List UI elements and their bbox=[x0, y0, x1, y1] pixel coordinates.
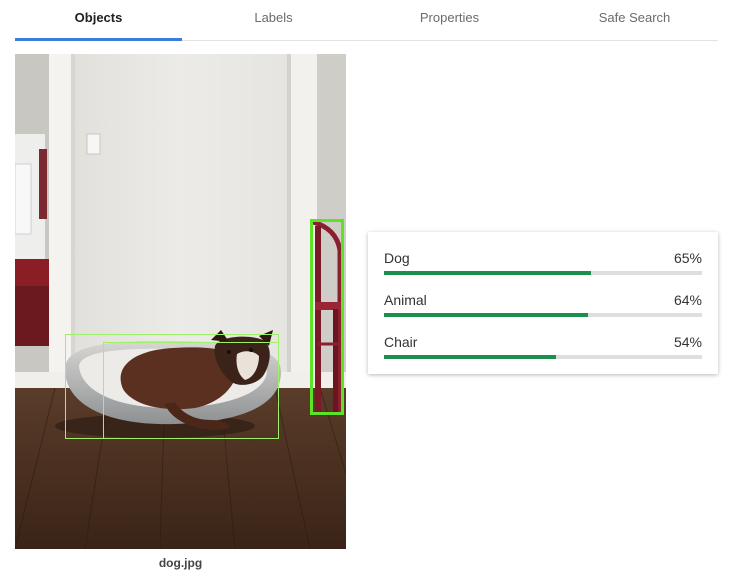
score-bar-track bbox=[384, 313, 702, 317]
analyzed-image bbox=[15, 54, 346, 549]
score-bar-track bbox=[384, 355, 702, 359]
tab-properties[interactable]: Properties bbox=[366, 0, 533, 40]
tab-safe-search[interactable]: Safe Search bbox=[551, 0, 718, 40]
tab-bar: Objects Labels Properties Safe Search bbox=[15, 0, 718, 41]
objects-results-panel: Dog 65% Animal 64% Chair 54% bbox=[368, 232, 718, 374]
result-name: Dog bbox=[384, 250, 410, 266]
result-name: Animal bbox=[384, 292, 427, 308]
result-score: 54% bbox=[673, 334, 702, 350]
result-score: 65% bbox=[673, 250, 702, 266]
result-name: Chair bbox=[384, 334, 418, 350]
image-filename: dog.jpg bbox=[158, 556, 203, 570]
score-bar-track bbox=[384, 271, 702, 275]
result-row-animal[interactable]: Animal 64% bbox=[384, 292, 702, 324]
tab-objects[interactable]: Objects bbox=[15, 0, 182, 41]
bbox-chair[interactable] bbox=[310, 219, 344, 415]
result-row-chair[interactable]: Chair 54% bbox=[384, 334, 702, 366]
result-row-dog[interactable]: Dog 65% bbox=[384, 250, 702, 282]
score-bar-fill bbox=[384, 271, 591, 275]
result-score: 64% bbox=[673, 292, 702, 308]
bbox-animal[interactable] bbox=[103, 342, 279, 439]
score-bar-fill bbox=[384, 313, 588, 317]
photo-scene bbox=[15, 54, 346, 549]
tab-labels[interactable]: Labels bbox=[190, 0, 357, 40]
score-bar-fill bbox=[384, 355, 556, 359]
